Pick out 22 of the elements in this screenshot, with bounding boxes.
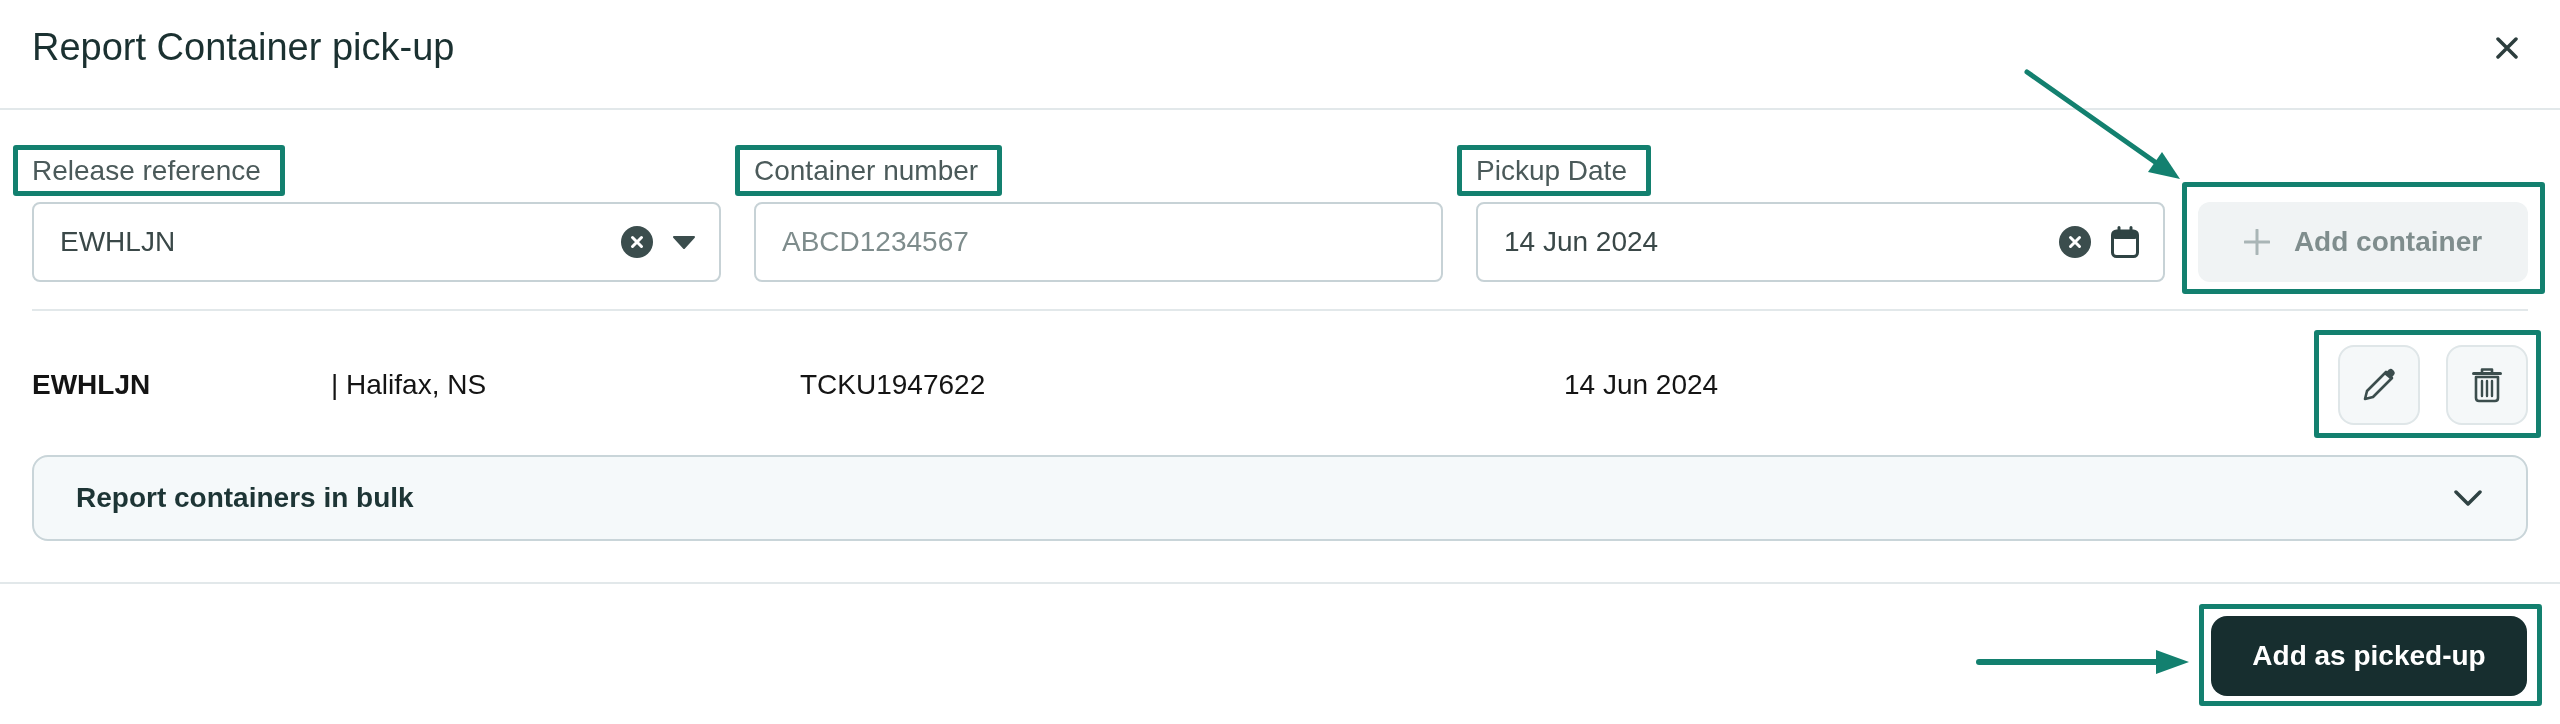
clear-icon (2059, 226, 2091, 258)
plus-icon (2243, 229, 2270, 255)
location-text: | Halifax, NS (331, 368, 488, 402)
field-label: Container number (754, 155, 979, 186)
dialog-title: Report Container pick-up (32, 25, 455, 71)
caret-down-icon (673, 235, 695, 249)
release-reference-text: EWHLJN (32, 368, 152, 402)
trash-icon (2472, 367, 2502, 403)
pickup-date-text: 14 Jun 2024 (1564, 368, 1720, 402)
date-field[interactable]: 14 Jun 2024 (1476, 202, 2165, 282)
container-number-text: TCKU1947622 (800, 368, 987, 402)
add-as-picked-up-button[interactable]: Add as picked-up (2211, 616, 2527, 696)
clear-icon (621, 226, 653, 258)
input-field[interactable]: ABCD1234567 (754, 202, 1443, 282)
accordion-toggle[interactable]: Report containers in bulk (32, 455, 2528, 541)
select-field[interactable]: EWHLJN (32, 202, 721, 282)
calendar-icon (2111, 226, 2139, 258)
edit-button[interactable] (2338, 345, 2420, 425)
delete-button[interactable] (2446, 345, 2528, 425)
field-label: Pickup Date (1476, 155, 1627, 186)
field-label: Release reference (32, 155, 261, 186)
close-icon (2496, 37, 2518, 59)
